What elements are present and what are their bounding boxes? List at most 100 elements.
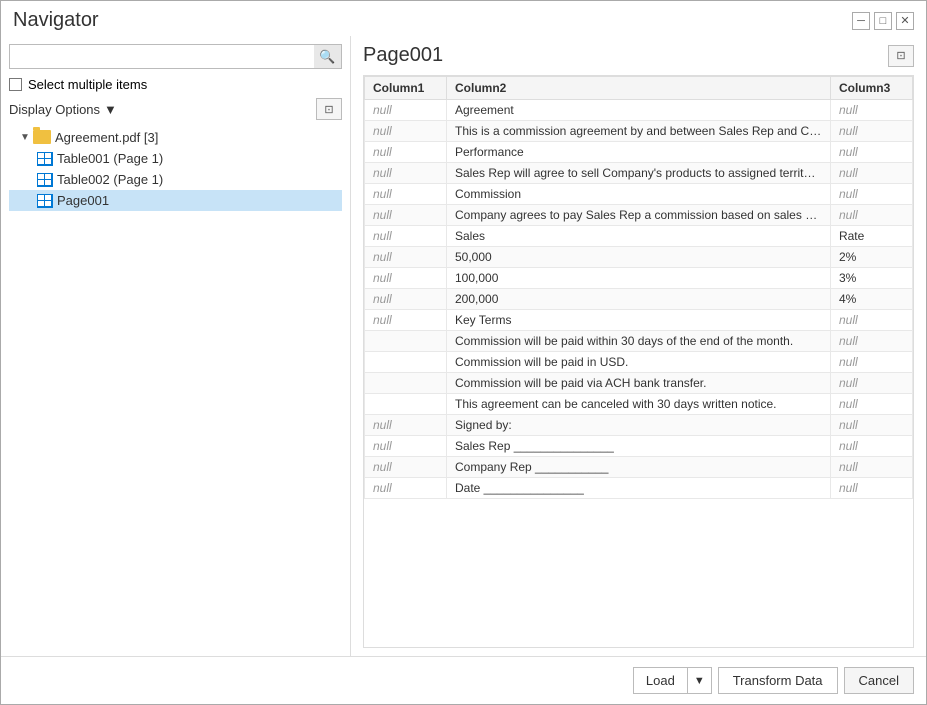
table-cell [365, 394, 447, 415]
tree-node-table001[interactable]: Table001 (Page 1) [9, 148, 342, 169]
navigator-dialog: Navigator ─ □ ✕ 🔍 Select multiple items [0, 0, 927, 705]
display-options-row: Display Options ▼ ⊡ [9, 98, 342, 120]
tree-page001-label: Page001 [57, 193, 109, 208]
table-cell: 3% [830, 268, 912, 289]
select-multiple-checkbox[interactable] [9, 78, 22, 91]
table-cell: null [365, 268, 447, 289]
tree-collapse-icon: ▼ [17, 129, 33, 145]
select-multiple-row: Select multiple items [9, 77, 342, 92]
table-cell: null [365, 121, 447, 142]
table-cell [365, 331, 447, 352]
table-cell: Company Rep ___________ [447, 457, 831, 478]
col-header-3: Column3 [830, 77, 912, 100]
table-cell: null [365, 457, 447, 478]
table-row: nullAgreementnull [365, 100, 913, 121]
table-cell: null [830, 352, 912, 373]
table-cell: null [830, 331, 912, 352]
maximize-button[interactable]: □ [874, 12, 892, 30]
table-row: nullSales Rep _______________null [365, 436, 913, 457]
table-row: nullDate _______________null [365, 478, 913, 499]
table-cell: null [830, 310, 912, 331]
load-dropdown-button[interactable]: ▼ [688, 668, 711, 693]
search-input[interactable] [9, 44, 342, 69]
table-row: nullKey Termsnull [365, 310, 913, 331]
close-button[interactable]: ✕ [896, 12, 914, 30]
tree-table001-label: Table001 (Page 1) [57, 151, 163, 166]
table-row: nullThis is a commission agreement by an… [365, 121, 913, 142]
table-cell: null [365, 184, 447, 205]
table-cell: Sales Rep will agree to sell Company's p… [447, 163, 831, 184]
footer: Load ▼ Transform Data Cancel [1, 656, 926, 704]
table-cell: null [830, 142, 912, 163]
right-preview-icon-button[interactable]: ⊡ [888, 45, 914, 67]
display-options-arrow-icon: ▼ [104, 102, 117, 117]
preview-title: Page001 [363, 44, 443, 67]
display-options-button[interactable]: Display Options ▼ [9, 102, 117, 117]
table-cell: Commission will be paid via ACH bank tra… [447, 373, 831, 394]
table-cell: 50,000 [447, 247, 831, 268]
table-cell: null [830, 394, 912, 415]
minimize-button[interactable]: ─ [852, 12, 870, 30]
table-cell: null [365, 415, 447, 436]
display-options-label: Display Options [9, 102, 100, 117]
tree-area: ▼ Agreement.pdf [3] Table001 (Page 1) [9, 126, 342, 648]
table-row: nullSalesRate [365, 226, 913, 247]
table-header-row: Column1 Column2 Column3 [365, 77, 913, 100]
table-row: Commission will be paid within 30 days o… [365, 331, 913, 352]
table-cell: null [830, 184, 912, 205]
table-row: nullPerformancenull [365, 142, 913, 163]
table-row: Commission will be paid via ACH bank tra… [365, 373, 913, 394]
table-cell [365, 373, 447, 394]
preview-header: Page001 ⊡ [363, 44, 914, 67]
preview-icon-button[interactable]: ⊡ [316, 98, 342, 120]
table-icon [37, 173, 53, 187]
table-cell: 2% [830, 247, 912, 268]
table-cell: null [830, 205, 912, 226]
table-cell: Commission [447, 184, 831, 205]
tree-node-page001[interactable]: Page001 [9, 190, 342, 211]
cancel-button[interactable]: Cancel [844, 667, 914, 694]
left-panel: 🔍 Select multiple items Display Options … [1, 36, 351, 656]
load-button[interactable]: Load [634, 668, 688, 693]
search-button[interactable]: 🔍 [314, 44, 342, 69]
table-row: null50,0002% [365, 247, 913, 268]
table-row: nullCompany agrees to pay Sales Rep a co… [365, 205, 913, 226]
table-cell: This agreement can be canceled with 30 d… [447, 394, 831, 415]
tree-table002-label: Table002 (Page 1) [57, 172, 163, 187]
table-cell: Rate [830, 226, 912, 247]
table-row: nullCommissionnull [365, 184, 913, 205]
table-cell: null [365, 310, 447, 331]
table-cell: null [365, 226, 447, 247]
transform-data-button[interactable]: Transform Data [718, 667, 838, 694]
table-cell: null [830, 415, 912, 436]
table-cell: null [365, 100, 447, 121]
table-cell: Commission will be paid within 30 days o… [447, 331, 831, 352]
search-box-wrapper: 🔍 [9, 44, 342, 69]
col-header-1: Column1 [365, 77, 447, 100]
search-icon: 🔍 [319, 49, 335, 65]
table-row: This agreement can be canceled with 30 d… [365, 394, 913, 415]
table-cell: Sales Rep _______________ [447, 436, 831, 457]
table-cell: Commission will be paid in USD. [447, 352, 831, 373]
table-row: null200,0004% [365, 289, 913, 310]
tree-node-table002[interactable]: Table002 (Page 1) [9, 169, 342, 190]
table-cell: null [365, 436, 447, 457]
select-multiple-label: Select multiple items [28, 77, 147, 92]
right-preview-icon: ⊡ [896, 49, 905, 62]
load-button-group: Load ▼ [633, 667, 712, 694]
table-row: nullSales Rep will agree to sell Company… [365, 163, 913, 184]
table-cell: Key Terms [447, 310, 831, 331]
table-cell: null [830, 373, 912, 394]
table-cell [365, 352, 447, 373]
table-row: nullSigned by:null [365, 415, 913, 436]
table-cell: null [830, 478, 912, 499]
table-cell: null [365, 142, 447, 163]
table-cell: Signed by: [447, 415, 831, 436]
table-cell: Sales [447, 226, 831, 247]
table-icon [37, 194, 53, 208]
table-cell: null [830, 163, 912, 184]
table-cell: null [365, 205, 447, 226]
tree-node-root[interactable]: ▼ Agreement.pdf [3] [9, 126, 342, 148]
main-content: 🔍 Select multiple items Display Options … [1, 36, 926, 656]
window-controls: ─ □ ✕ [852, 12, 914, 30]
